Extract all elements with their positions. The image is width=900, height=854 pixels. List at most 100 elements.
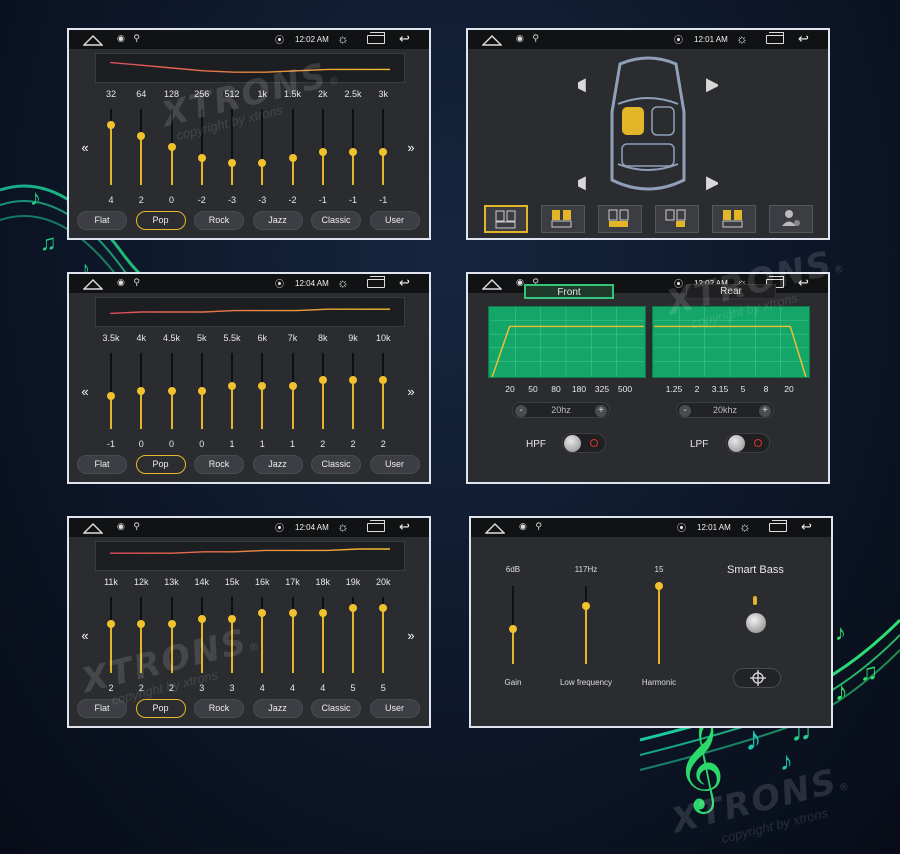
seat-driver-button[interactable] bbox=[712, 205, 756, 233]
home-icon[interactable] bbox=[83, 278, 103, 290]
recent-apps-icon[interactable] bbox=[367, 276, 385, 288]
harmonic-slider[interactable] bbox=[653, 582, 665, 664]
eq-band-slider[interactable] bbox=[255, 353, 269, 429]
front-right-seat-icon bbox=[651, 106, 675, 136]
tab-front[interactable]: Front bbox=[524, 284, 614, 299]
back-icon[interactable]: ↩ bbox=[801, 520, 812, 534]
preset-jazz-button[interactable]: Jazz bbox=[252, 699, 303, 718]
recent-apps-icon[interactable] bbox=[367, 520, 385, 532]
custom-user-button[interactable] bbox=[769, 205, 813, 233]
eq-band-slider[interactable] bbox=[104, 109, 118, 185]
low-frequency-slider[interactable] bbox=[580, 586, 592, 664]
brightness-icon[interactable]: ☼ bbox=[337, 519, 349, 535]
back-icon[interactable]: ↩ bbox=[399, 32, 410, 46]
lpf-minus-button[interactable]: - bbox=[679, 405, 691, 417]
back-icon[interactable]: ↩ bbox=[399, 520, 410, 534]
freq-label: 15k bbox=[224, 577, 240, 587]
lpf-toggle[interactable] bbox=[726, 433, 770, 453]
hpf-plus-button[interactable]: + bbox=[595, 405, 607, 417]
next-arrow[interactable]: » bbox=[403, 141, 419, 156]
status-bar: ◉ ⚲ ⦿ 12:04 AM ☼ ↩ bbox=[69, 274, 429, 293]
eq-band-slider[interactable] bbox=[346, 109, 360, 185]
preset-rock-button[interactable]: Rock bbox=[194, 455, 244, 474]
gain-value-label: -2 bbox=[288, 195, 297, 205]
value-labels: 4 2 0 -2 -3 -3 -2 -1 -1 -1 bbox=[103, 195, 399, 207]
hpf-graph[interactable] bbox=[488, 306, 646, 378]
preset-pop-button[interactable]: Pop bbox=[135, 699, 186, 718]
eq-band-slider[interactable] bbox=[286, 597, 300, 673]
eq-band-slider[interactable] bbox=[316, 353, 330, 429]
home-icon[interactable] bbox=[482, 278, 502, 290]
hpf-minus-button[interactable]: - bbox=[515, 405, 527, 417]
eq-band-slider[interactable] bbox=[195, 353, 209, 429]
brightness-icon[interactable]: ☼ bbox=[337, 31, 349, 47]
eq-band-slider[interactable] bbox=[134, 109, 148, 185]
clock: 12:04 AM bbox=[295, 279, 329, 288]
gain-value-label: -2 bbox=[197, 195, 206, 205]
seat-front-button[interactable] bbox=[541, 205, 585, 233]
brightness-icon[interactable]: ☼ bbox=[337, 275, 349, 291]
recent-apps-icon[interactable] bbox=[367, 32, 385, 44]
preset-flat-button[interactable]: Flat bbox=[77, 211, 127, 230]
preset-rock-button[interactable]: Rock bbox=[194, 699, 244, 718]
hpf-label: HPF bbox=[526, 439, 546, 450]
preset-user-button[interactable]: User bbox=[369, 211, 420, 230]
recent-apps-icon[interactable] bbox=[769, 520, 787, 532]
preset-pop-button[interactable]: Pop bbox=[135, 455, 186, 474]
prev-arrow[interactable]: « bbox=[77, 629, 93, 644]
hpf-toggle[interactable] bbox=[562, 433, 606, 453]
preset-classic-button[interactable]: Classic bbox=[311, 455, 361, 474]
gain-value-label: 1 bbox=[229, 439, 235, 449]
preset-rock-button[interactable]: Rock bbox=[194, 211, 244, 230]
prev-arrow[interactable]: « bbox=[77, 141, 93, 156]
back-icon[interactable]: ↩ bbox=[798, 32, 809, 46]
hpf-value: 20hz bbox=[551, 405, 571, 415]
home-icon[interactable] bbox=[485, 522, 505, 534]
preset-pop-button[interactable]: Pop bbox=[135, 211, 186, 230]
preset-jazz-button[interactable]: Jazz bbox=[252, 455, 303, 474]
eq-band-slider[interactable] bbox=[316, 597, 330, 673]
notification-icons: ◉ ⚲ bbox=[117, 277, 143, 287]
eq-band-slider[interactable] bbox=[346, 597, 360, 673]
preset-classic-button[interactable]: Classic bbox=[311, 211, 361, 230]
preset-user-button[interactable]: User bbox=[369, 699, 420, 718]
eq-band-slider[interactable] bbox=[316, 109, 330, 185]
prev-arrow[interactable]: « bbox=[77, 385, 93, 400]
lpf-plus-button[interactable]: + bbox=[759, 405, 771, 417]
eq-band-slider[interactable] bbox=[104, 353, 118, 429]
preset-user-button[interactable]: User bbox=[369, 455, 420, 474]
seat-all-button[interactable] bbox=[484, 205, 528, 233]
preset-flat-button[interactable]: Flat bbox=[77, 455, 127, 474]
car-top-view[interactable]: ◀ ▶ ◀ ▶ bbox=[578, 52, 718, 202]
eq-band-slider[interactable] bbox=[376, 353, 390, 429]
target-settings-button[interactable] bbox=[733, 668, 781, 688]
home-icon[interactable] bbox=[482, 34, 502, 46]
eq-band-slider[interactable] bbox=[286, 353, 300, 429]
brightness-icon[interactable]: ☼ bbox=[739, 519, 751, 535]
back-icon[interactable]: ↩ bbox=[399, 276, 410, 290]
eq-panel-2: ◉ ⚲ ⦿ 12:04 AM ☼ ↩ 3.5k 4k 4.5k 5k 5.5k 6k 7k 8… bbox=[67, 272, 431, 484]
eq-band-slider[interactable] bbox=[134, 353, 148, 429]
preset-classic-button[interactable]: Classic bbox=[311, 699, 361, 718]
freq-label: 12k bbox=[133, 577, 149, 587]
recent-apps-icon[interactable] bbox=[766, 32, 784, 44]
seat-rear-button[interactable] bbox=[598, 205, 642, 233]
eq-band-slider[interactable] bbox=[165, 353, 179, 429]
eq-band-slider[interactable] bbox=[376, 597, 390, 673]
smart-bass-knob[interactable] bbox=[745, 594, 767, 634]
crosshair-icon bbox=[750, 670, 766, 686]
brightness-icon[interactable]: ☼ bbox=[736, 31, 748, 47]
next-arrow[interactable]: » bbox=[403, 385, 419, 400]
home-icon[interactable] bbox=[83, 34, 103, 46]
tick-label: 500 bbox=[617, 384, 633, 394]
eq-band-slider[interactable] bbox=[286, 109, 300, 185]
freq-label: 8k bbox=[318, 333, 328, 343]
seat-right-button[interactable] bbox=[655, 205, 699, 233]
eq-band-slider[interactable] bbox=[346, 353, 360, 429]
preset-jazz-button[interactable]: Jazz bbox=[252, 211, 303, 230]
home-icon[interactable] bbox=[83, 522, 103, 534]
next-arrow[interactable]: » bbox=[403, 629, 419, 644]
eq-band-slider[interactable] bbox=[376, 109, 390, 185]
gain-slider[interactable] bbox=[507, 586, 519, 664]
eq-band-slider[interactable] bbox=[225, 353, 239, 429]
